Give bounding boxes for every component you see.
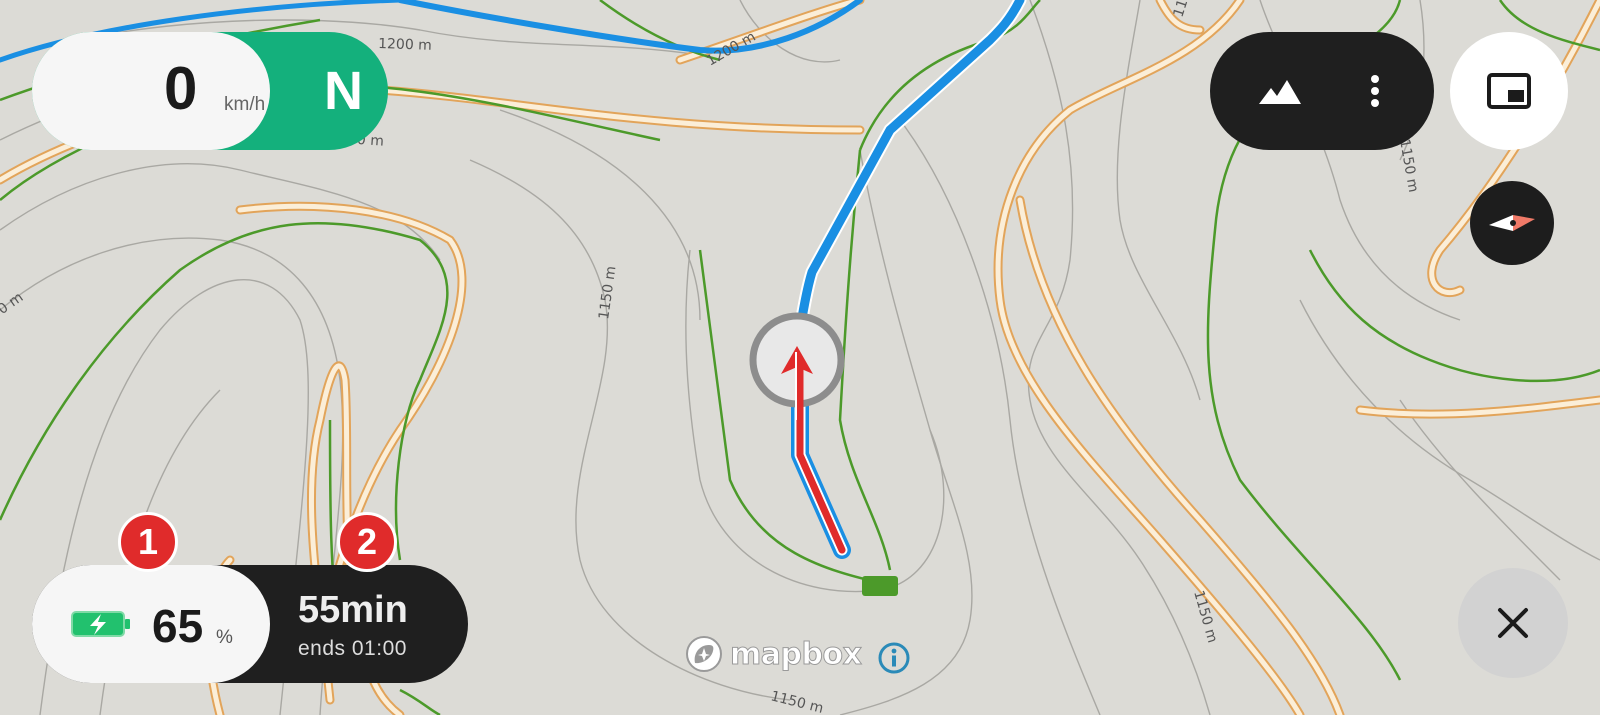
badge-1: 1 xyxy=(118,512,178,572)
speed-panel: 0 km/h xyxy=(32,32,270,150)
map-toolbar xyxy=(1210,32,1434,150)
compass-icon xyxy=(1489,215,1535,231)
close-button[interactable] xyxy=(1458,568,1568,678)
heading-value: N xyxy=(324,61,363,121)
contour-label: 1150 m xyxy=(1396,138,1421,194)
duration-value: 55min xyxy=(298,589,408,631)
mapbox-logo-icon xyxy=(686,636,722,672)
battery-value: 65 xyxy=(152,600,204,652)
mapbox-logo[interactable]: mapbox xyxy=(684,634,862,674)
close-icon xyxy=(1498,608,1528,638)
contour-label: 1150 m xyxy=(596,265,619,320)
contour-label: 1200 m xyxy=(378,36,432,54)
info-icon[interactable] xyxy=(877,641,911,675)
mountain-icon xyxy=(1259,80,1301,104)
contour-label: 1150 m xyxy=(0,289,26,333)
compass-button[interactable] xyxy=(1470,181,1554,265)
battery-unit: % xyxy=(216,627,233,648)
cliff-end-marker xyxy=(862,576,898,596)
speed-value: 0 xyxy=(164,55,198,122)
contour-label: 1150 m xyxy=(1190,589,1220,645)
contour-label: 1150 m xyxy=(769,688,825,715)
map-screen: 1200 m 1200 m 1150 m 1150 m 1150 m 1150 … xyxy=(0,0,1600,715)
end-time: ends 01:00 xyxy=(298,637,407,660)
status-widget: 65 % 55min ends 01:00 xyxy=(32,565,468,683)
speed-heading-widget: 0 km/h N xyxy=(32,32,388,150)
battery-panel: 65 % xyxy=(32,565,270,683)
terrain-button[interactable] xyxy=(1240,62,1320,120)
battery-charging-icon xyxy=(71,611,130,637)
badge-2: 2 xyxy=(337,512,397,572)
more-vertical-icon xyxy=(1371,75,1379,107)
speed-unit: km/h xyxy=(224,94,266,115)
picture-in-picture-button[interactable] xyxy=(1450,32,1568,150)
picture-in-picture-icon xyxy=(1487,73,1531,109)
mapbox-wordmark: mapbox xyxy=(729,636,862,672)
more-options-button[interactable] xyxy=(1340,62,1410,120)
contour-label: 1150 m xyxy=(1171,0,1203,19)
current-position-marker xyxy=(749,312,846,554)
